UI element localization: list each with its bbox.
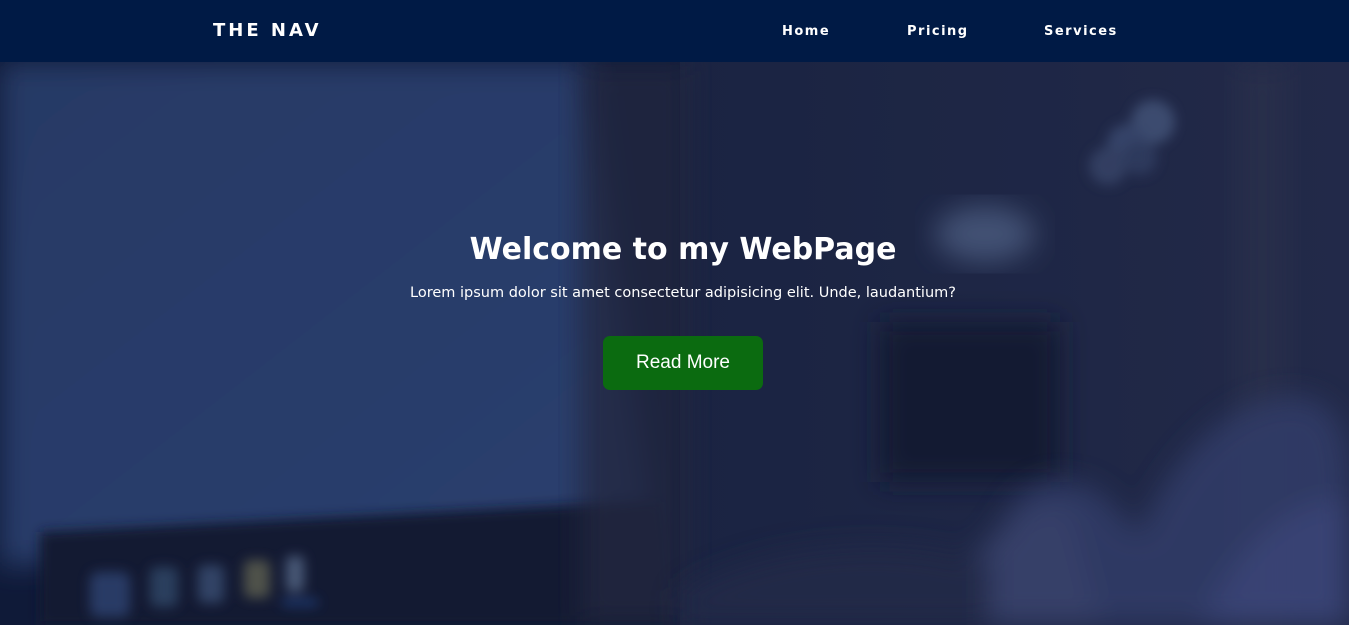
- nav-links: Home Pricing Services: [0, 23, 1349, 41]
- read-more-button[interactable]: Read More: [603, 336, 763, 390]
- nav-link-services[interactable]: Services: [1044, 23, 1118, 41]
- page: THE NAV Home Pricing Services Welcome to…: [0, 0, 1349, 625]
- hero-subtitle: Lorem ipsum dolor sit amet consectetur a…: [410, 285, 956, 301]
- hero-title: Welcome to my WebPage: [469, 232, 897, 267]
- hero-content: Welcome to my WebPage Lorem ipsum dolor …: [0, 62, 1349, 625]
- nav-link-pricing[interactable]: Pricing: [907, 23, 969, 41]
- navbar: THE NAV Home Pricing Services: [0, 0, 1349, 62]
- nav-link-home[interactable]: Home: [782, 23, 830, 41]
